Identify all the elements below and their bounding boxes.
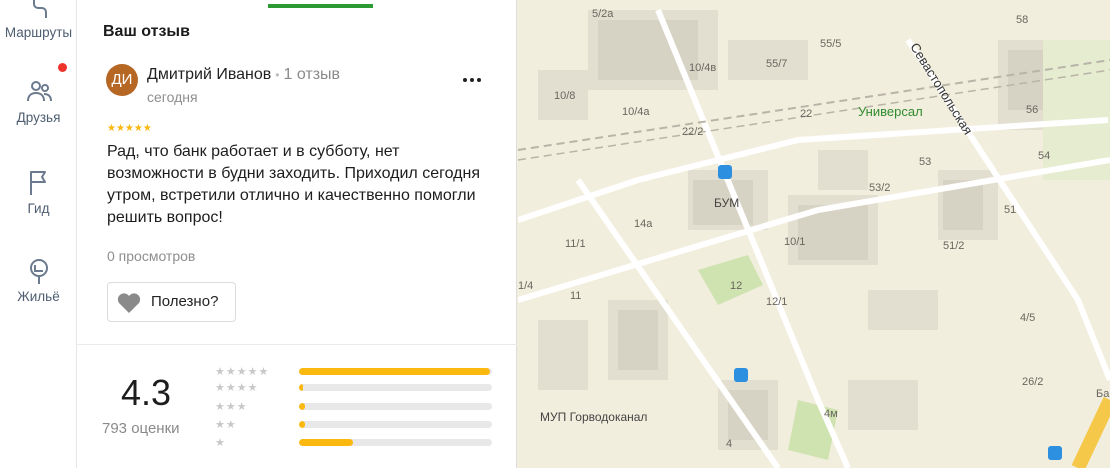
rail-item-friends[interactable]: Друзья — [0, 77, 77, 125]
bus-stop-icon[interactable] — [734, 368, 748, 382]
map-label: 51 — [1004, 204, 1017, 216]
heart-icon — [117, 293, 141, 313]
distribution-bar-fill — [299, 403, 305, 410]
rail-item-label: Жильё — [17, 289, 60, 304]
map-label: МУП Горводоканал — [540, 410, 648, 424]
section-title: Ваш отзыв — [103, 23, 190, 40]
map-label: 56 — [1026, 104, 1039, 116]
map-label: 14а — [634, 218, 653, 230]
map-label: 10/4в — [689, 62, 717, 74]
distribution-bar-fill — [299, 368, 491, 375]
author-review-count: 1 отзыв — [283, 66, 341, 83]
friends-icon — [26, 81, 52, 102]
map-label: 53/2 — [869, 182, 891, 194]
map-label: 11 — [570, 290, 582, 302]
distribution-bar — [299, 368, 492, 375]
separator-dot: • — [275, 68, 280, 82]
map-label: 54 — [1038, 150, 1051, 162]
rating-count: 793 оценки — [102, 420, 180, 437]
distribution-bar-fill — [299, 384, 303, 391]
distribution-bar-fill — [299, 421, 305, 428]
bus-stop-icon[interactable] — [718, 165, 732, 179]
distribution-stars: ★★★ — [215, 400, 248, 413]
map-label: 22/2 — [682, 126, 704, 138]
distribution-bar — [299, 421, 492, 428]
notification-badge — [58, 63, 67, 72]
map-label: 4/5 — [1020, 312, 1036, 324]
review-views: 0 просмотров — [107, 248, 196, 264]
map-label: 10/1 — [784, 236, 806, 248]
avatar[interactable]: ДИ — [106, 64, 138, 96]
map-label: 58 — [1016, 14, 1029, 26]
map-label: 5/2а — [592, 8, 614, 20]
map-label: 26/2 — [1022, 376, 1044, 388]
map-label: 55/7 — [766, 58, 788, 70]
divider — [77, 344, 517, 345]
housing-icon — [29, 259, 48, 284]
map-label: 55/5 — [820, 38, 842, 50]
distribution-stars: ★ — [215, 436, 226, 449]
map[interactable]: 5/2а 58 55/5 10/4в 55/7 10/8 10/4а 22 22/2 56 54 53… — [518, 0, 1110, 468]
rail-item-label: Маршруты — [4, 25, 73, 40]
map-label: 12/1 — [766, 296, 788, 308]
rail-item-label: Гид — [27, 201, 50, 216]
map-label: 12 — [730, 280, 743, 292]
map-label: 1/4 — [518, 280, 534, 292]
review-stars: ★★★★★ — [107, 123, 152, 134]
map-label: 51/2 — [943, 240, 965, 252]
rail-item-routes[interactable]: Маршруты — [0, 0, 77, 40]
distribution-bar-fill — [299, 439, 354, 446]
map-label: 4 — [726, 438, 733, 450]
distribution-stars: ★★★★★ — [215, 365, 270, 378]
flag-icon — [29, 171, 46, 195]
map-label: 53 — [919, 156, 932, 168]
map-label: 10/8 — [554, 90, 576, 102]
map-label: 10/4а — [622, 106, 650, 118]
distribution-stars: ★★ — [215, 418, 237, 431]
map-poi-label[interactable]: Универсал — [858, 104, 923, 119]
useful-button[interactable]: Полезно? — [107, 282, 236, 322]
map-label: БУМ — [714, 196, 740, 210]
map-label: 11/1 — [565, 238, 586, 250]
author-name[interactable]: Дмитрий Иванов — [147, 66, 271, 83]
rating-value: 4.3 — [121, 372, 172, 413]
reviews-panel: Ваш отзыв ДИ Дмитрий Иванов • 1 отзыв сего… — [77, 0, 517, 468]
map-canvas — [518, 0, 1110, 468]
review-text: Рад, что банк работает и в субботу, нет … — [107, 143, 480, 226]
map-label: 22 — [800, 108, 813, 120]
rail-item-guide[interactable]: Гид — [0, 168, 77, 216]
rail-item-label: Друзья — [16, 110, 61, 125]
more-options-icon[interactable] — [460, 68, 484, 92]
map-label: Ба — [1096, 388, 1110, 400]
distribution-bar — [299, 439, 492, 446]
review-date: сегодня — [147, 89, 198, 105]
useful-label: Полезно? — [151, 293, 219, 310]
bus-stop-icon[interactable] — [1048, 446, 1062, 460]
distribution-bar — [299, 403, 492, 410]
rail-item-housing[interactable]: Жильё — [0, 256, 77, 304]
active-tab-indicator — [268, 4, 373, 8]
routes-icon — [32, 0, 47, 18]
map-label: 4м — [824, 408, 838, 420]
distribution-bar — [299, 384, 492, 391]
distribution-stars: ★★★★ — [215, 381, 259, 394]
review-author: Дмитрий Иванов • 1 отзыв — [147, 66, 340, 84]
left-rail: Маршруты Друзья Гид Жильё — [0, 0, 77, 468]
